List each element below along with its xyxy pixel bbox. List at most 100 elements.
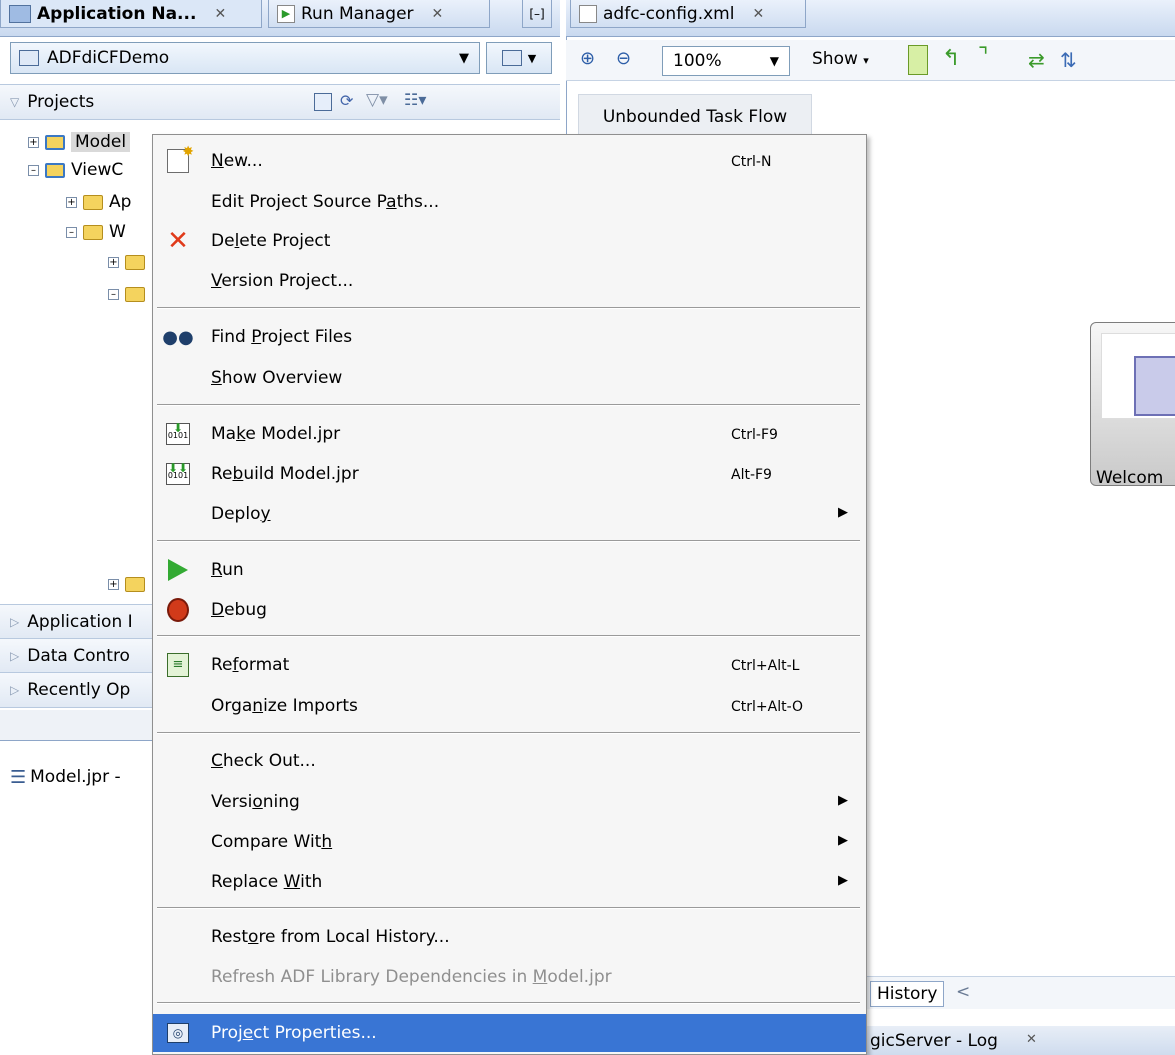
menu-item-label: Make Model.jpr: [211, 424, 341, 444]
application-menu-button[interactable]: ▼: [486, 42, 552, 74]
page-icon: [1134, 356, 1175, 416]
application-icon: [19, 50, 39, 66]
straight-line-icon[interactable]: [908, 45, 928, 75]
close-icon[interactable]: ✕: [432, 6, 444, 22]
history-tab[interactable]: History: [870, 981, 945, 1007]
menu-item-label: Restore from Local History...: [211, 927, 450, 947]
menu-item-versioning[interactable]: Versioning ▶: [153, 783, 866, 821]
submenu-arrow-icon: ▶: [838, 833, 848, 848]
application-combo[interactable]: ADFdiCFDemo ▼: [10, 42, 480, 74]
zoom-level-value: 100%: [673, 51, 722, 71]
menu-item-rebuild[interactable]: 0101 ⬇⬇ Rebuild Model.jpr Alt-F9: [153, 455, 866, 493]
tree-node-application-sources[interactable]: + Ap: [66, 188, 131, 216]
expand-icon[interactable]: +: [108, 578, 119, 590]
tree-node-subfolder[interactable]: –: [108, 280, 151, 308]
menu-item-run[interactable]: Run: [153, 551, 866, 589]
chevron-down-icon: ▾: [863, 54, 869, 67]
menu-item-shortcut: Ctrl-N: [731, 154, 772, 170]
tree-node-viewcontroller[interactable]: – ViewC: [28, 156, 123, 184]
menu-item-shortcut: Ctrl+Alt-L: [731, 658, 800, 674]
menu-separator: [157, 635, 860, 637]
menu-item-label: Versioning: [211, 792, 300, 812]
collapse-icon[interactable]: –: [28, 164, 39, 176]
expand-icon[interactable]: +: [28, 136, 39, 148]
menu-item-replace-with[interactable]: Replace With ▶: [153, 863, 866, 901]
zoom-level-select[interactable]: 100% ▼: [662, 46, 790, 76]
application-menu-icon: [501, 50, 522, 66]
menu-item-label: Reformat: [211, 655, 290, 675]
search-icon[interactable]: [314, 93, 332, 111]
debug-icon: [165, 598, 191, 622]
menu-item-label: Compare With: [211, 832, 333, 852]
zoom-out-icon[interactable]: ⊖: [616, 48, 631, 69]
project-context-menu: ✸ New... Ctrl-N Edit Project Source Paths..…: [152, 134, 867, 1055]
close-icon[interactable]: ✕: [752, 6, 764, 22]
expand-icon[interactable]: +: [108, 256, 119, 268]
tree-node-label: Ap: [109, 192, 132, 212]
menu-item-project-properties[interactable]: ◎ Project Properties...: [153, 1014, 866, 1052]
menu-item-compare-with[interactable]: Compare With ▶: [153, 823, 866, 861]
menu-item-version-project[interactable]: Version Project...: [153, 262, 866, 300]
menu-item-show-overview[interactable]: Show Overview: [153, 359, 866, 397]
view-activity-node[interactable]: [1090, 322, 1175, 486]
minimize-button[interactable]: [–]: [522, 0, 552, 28]
zoom-in-icon[interactable]: ⊕: [580, 48, 595, 69]
tab-application-navigator[interactable]: Application Na... ✕: [0, 0, 262, 28]
menu-item-label: Delete Project: [211, 231, 331, 251]
menu-item-delete-project[interactable]: ✕ Delete Project: [153, 222, 866, 260]
tab-adfc-config[interactable]: adfc-config.xml ✕: [570, 0, 806, 28]
log-tab-label: gicServer - Log: [870, 1031, 998, 1051]
new-icon: ✸: [165, 144, 194, 173]
menu-item-check-out[interactable]: Check Out...: [153, 742, 866, 780]
hierarchy-icon[interactable]: ☷▾: [404, 90, 426, 109]
tab-label: Application Na...: [37, 3, 197, 24]
menu-item-make[interactable]: 0101 ⬇ Make Model.jpr Ctrl-F9: [153, 415, 866, 453]
submenu-arrow-icon: ▶: [838, 793, 848, 808]
tab-run-manager[interactable]: ▶ Run Manager ✕: [268, 0, 490, 28]
folder-icon: [125, 254, 145, 270]
menu-item-new[interactable]: ✸ New... Ctrl-N: [153, 142, 866, 180]
tree-node-subfolder[interactable]: +: [108, 248, 151, 276]
menu-item-reformat[interactable]: ≡ Reformat Ctrl+Alt-L: [153, 646, 866, 684]
menu-item-deploy[interactable]: Deploy ▶: [153, 495, 866, 533]
menu-item-restore-from-local-history[interactable]: Restore from Local History...: [153, 918, 866, 956]
orthogonal-line-icon[interactable]: ⌝: [978, 46, 988, 68]
collapse-icon[interactable]: –: [108, 288, 119, 300]
minimize-icon: [–]: [529, 6, 545, 21]
properties-icon: ◎: [165, 1021, 191, 1045]
application-name: ADFdiCFDemo: [47, 48, 170, 68]
menu-item-edit-project-source-paths[interactable]: Edit Project Source Paths...: [153, 183, 866, 221]
tree-node-web-content[interactable]: – W: [66, 218, 126, 246]
show-label: Show: [812, 49, 858, 69]
tree-node-model[interactable]: + Model: [28, 128, 131, 156]
rebuild-icon: 0101 ⬇⬇: [165, 461, 191, 486]
project-folder-icon: [45, 134, 65, 150]
expand-triangle-icon: ▷: [10, 615, 20, 629]
tree-node-label: ViewC: [71, 160, 124, 180]
show-menu[interactable]: Show ▾: [812, 49, 869, 69]
menu-item-label: Debug: [211, 600, 267, 620]
layout-icon[interactable]: ⇄: [1028, 48, 1045, 72]
tree-node-label: Model: [71, 132, 131, 152]
scroll-left-icon[interactable]: <: [956, 982, 970, 1002]
close-icon[interactable]: ✕: [214, 6, 226, 22]
expand-icon[interactable]: +: [66, 196, 77, 208]
menu-item-find-project-files[interactable]: ●● Find Project Files: [153, 318, 866, 356]
run-icon: [165, 558, 191, 582]
menu-item-debug[interactable]: Debug: [153, 591, 866, 629]
collapse-icon[interactable]: –: [66, 226, 77, 238]
tab-label: adfc-config.xml: [603, 3, 735, 24]
menu-item-label: Show Overview: [211, 368, 343, 388]
bend-line-icon[interactable]: ↰: [942, 48, 960, 70]
tree-node-subfolder[interactable]: +: [108, 570, 151, 598]
menu-item-organize-imports[interactable]: Organize Imports Ctrl+Alt-O: [153, 687, 866, 725]
projects-panel-header[interactable]: ▽ Projects ⟳ ▽▾ ☷▾: [0, 84, 560, 120]
sync-icon[interactable]: ⟳: [340, 91, 353, 110]
log-tab[interactable]: gicServer - Log ✕: [866, 1026, 1175, 1055]
menu-item-label: Run: [211, 560, 244, 580]
filter-icon[interactable]: ▽▾: [366, 90, 388, 110]
menu-item-shortcut: Ctrl+Alt-O: [731, 699, 804, 715]
align-icon[interactable]: ⇅: [1060, 48, 1077, 72]
close-icon[interactable]: ✕: [1026, 1032, 1037, 1047]
xml-file-icon: [579, 4, 597, 23]
